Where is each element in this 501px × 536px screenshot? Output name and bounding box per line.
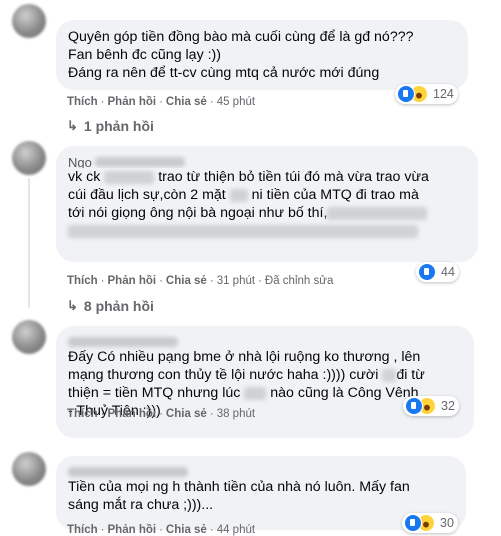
reaction-count: 124 [433,87,454,101]
reaction-summary[interactable]: 44 [416,262,459,282]
share-button[interactable]: Chia sẻ [166,275,207,287]
comment-text-line: Fan bênh đc cũng lạy :)) [68,47,221,63]
avatar[interactable] [12,452,46,486]
reply-button[interactable]: Phản hồi [108,524,157,536]
like-reaction-icon [404,514,422,532]
replies-label: 1 phản hồi [83,118,154,134]
comment-text-line: tới nói giọng ông nội bà ngoại như bố th… [68,204,466,222]
comment-text-line: thiện = tiền MTQ nhưng lúc nào cũng là C… [68,385,419,401]
like-reaction-icon [397,85,415,103]
comment-text-line: mạng thương con thủy tề lội nước haha :)… [68,367,425,383]
comment-text-line: Đấy Có nhiều pạng bme ở nhà lội ruộng ko… [68,349,421,365]
timestamp[interactable]: 38 phút [217,408,255,420]
reply-button[interactable]: Phản hồi [108,408,157,420]
author-name[interactable] [68,334,462,348]
comment-text-line: Tiền của mọi ng h thành tiền của nhà nó … [68,479,410,495]
like-button[interactable]: Thích [67,275,98,287]
reply-button[interactable]: Phản hồi [108,96,157,108]
author-name[interactable]: Ngo [68,154,466,168]
like-button[interactable]: Thích [67,96,98,108]
thread-line [28,178,30,308]
view-replies-button[interactable]: ↳ 8 phản hồi [67,298,154,314]
comment-text-line [68,222,466,240]
reply-arrow-icon: ↳ [67,118,78,133]
like-reaction-icon [418,263,436,281]
like-reaction-icon [405,397,423,415]
share-button[interactable]: Chia sẻ [166,524,207,536]
comment-actions: Thích · Phản hồi · Chia sẻ · 31 phút · Đã chỉnh … [67,275,334,287]
share-button[interactable]: Chia sẻ [166,96,207,108]
author-name[interactable] [68,464,454,478]
like-button[interactable]: Thích [67,408,98,420]
comment-text-line: vk ck trao từ thiện bỏ tiền túi đó mà vừ… [68,169,429,185]
comment-text-line: Quyên góp tiền đồng bào mà cuối cùng để … [68,29,414,45]
comment-bubble: Quyên góp tiền đồng bào mà cuối cùng để … [56,20,468,90]
reaction-summary[interactable]: 124 [395,84,458,104]
comment-bubble: Ngo vk ck trao từ thiện bỏ tiền túi đó m… [56,146,478,262]
comment-actions: Thích · Phản hồi · Chia sẻ · 38 phút [67,408,256,420]
view-replies-button[interactable]: ↳ 1 phản hồi [67,118,154,134]
timestamp[interactable]: 45 phút [217,96,255,108]
reaction-count: 44 [441,265,455,279]
replies-label: 8 phản hồi [83,298,154,314]
avatar[interactable] [12,320,46,354]
like-button[interactable]: Thích [67,524,98,536]
reaction-summary[interactable]: 32 [403,396,459,416]
reaction-summary[interactable]: 30 [402,513,458,533]
comment-text-line: cúi đầu lịch sự,còn 2 mặt ni tiền của MT… [68,187,419,203]
avatar[interactable] [12,4,46,38]
reaction-count: 32 [441,399,455,413]
avatar[interactable] [12,141,46,175]
share-button[interactable]: Chia sẻ [166,408,207,420]
reply-arrow-icon: ↳ [67,298,78,313]
edited-label[interactable]: Đã chỉnh sửa [265,275,333,287]
reply-button[interactable]: Phản hồi [108,275,157,287]
comment-bubble: Đấy Có nhiều pạng bme ở nhà lội ruộng ko… [56,326,474,438]
comment-actions: Thích · Phản hồi · Chia sẻ · 44 phút [67,524,256,536]
comment-text-line: sáng mắt ra chưa ;)))... [68,497,214,513]
comment-actions: Thích · Phản hồi · Chia sẻ · 45 phút [67,96,256,108]
reaction-count: 30 [440,516,454,530]
timestamp[interactable]: 44 phút [217,524,255,536]
comment-text-line: Đáng ra nên để tt-cv cùng mtq cả nước mớ… [68,65,380,81]
timestamp[interactable]: 31 phút [217,275,255,287]
